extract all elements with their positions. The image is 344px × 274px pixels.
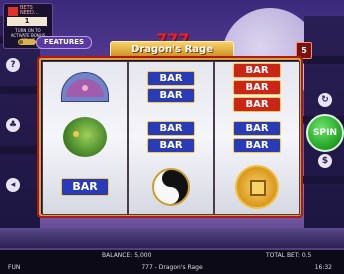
coin-symbol	[215, 162, 299, 212]
bonus-toggle[interactable]	[18, 39, 36, 45]
total-bet-label: TOTAL BET:	[266, 252, 300, 259]
dragon-icon	[63, 117, 107, 157]
widget-header: BETS NEED...	[20, 5, 39, 16]
bar-label: BAR	[233, 121, 281, 136]
coin-icon	[235, 165, 279, 209]
game-title: 777 - Dragon's Rage	[141, 264, 203, 271]
red-box-icon	[8, 7, 18, 16]
dragon-symbol	[43, 112, 127, 162]
fan-icon	[61, 72, 109, 102]
bar-label: BAR	[233, 62, 281, 78]
game-logo: 777 Dragon's Rage	[110, 30, 234, 59]
double-bar-symbol: BAR BAR	[215, 112, 299, 162]
bottom-decoration	[0, 228, 344, 248]
balance-label: BALANCE:	[102, 252, 133, 259]
total-bet-value: 0.5	[301, 252, 312, 259]
refresh-icon[interactable]: ↻	[318, 93, 332, 107]
double-bar-symbol: BAR BAR	[129, 112, 213, 162]
reels-frame: BAR BAR BAR BAR BAR BAR BAR BAR BAR BAR	[37, 56, 303, 218]
yin-yang-icon	[152, 168, 190, 206]
triple-bar-symbol: BAR BAR BAR	[215, 62, 299, 112]
bar-label: BAR	[147, 71, 195, 86]
bar-label: BAR	[61, 178, 109, 196]
toggle-knob-icon	[19, 40, 23, 44]
bar-label: BAR	[233, 79, 281, 95]
question-icon[interactable]: ?	[6, 58, 20, 72]
pagoda-left-decoration	[0, 16, 46, 244]
yin-yang-symbol	[129, 162, 213, 212]
double-bar-symbol: BAR BAR	[129, 62, 213, 112]
bonus-count: 1	[7, 17, 47, 26]
total-bet: TOTAL BET: 0.5	[266, 252, 311, 259]
reel-2: BAR BAR BAR BAR	[128, 61, 214, 215]
speaker-icon[interactable]: ◂	[6, 178, 20, 192]
bar-symbol: BAR	[43, 162, 127, 212]
fan-symbol	[43, 62, 127, 112]
bar-label: BAR	[147, 138, 195, 153]
clock: 16:32	[314, 264, 332, 271]
bar-label: BAR	[147, 88, 195, 103]
features-button[interactable]: FEATURES	[36, 36, 92, 49]
status-bar: BALANCE: 5,000 TOTAL BET: 0.5 FUN 777 - …	[0, 250, 344, 274]
reel-3: BAR BAR BAR BAR BAR	[214, 61, 300, 215]
dollar-icon[interactable]: $	[318, 154, 332, 168]
balance: BALANCE: 5,000	[102, 252, 151, 259]
bar-label: BAR	[233, 96, 281, 112]
bar-label: BAR	[147, 121, 195, 136]
tree-icon[interactable]: ♣	[6, 118, 20, 132]
balance-value: 5,000	[134, 252, 152, 259]
spin-button[interactable]: SPIN	[306, 114, 344, 152]
reel-1: BAR	[42, 61, 128, 215]
bar-label: BAR	[233, 138, 281, 153]
